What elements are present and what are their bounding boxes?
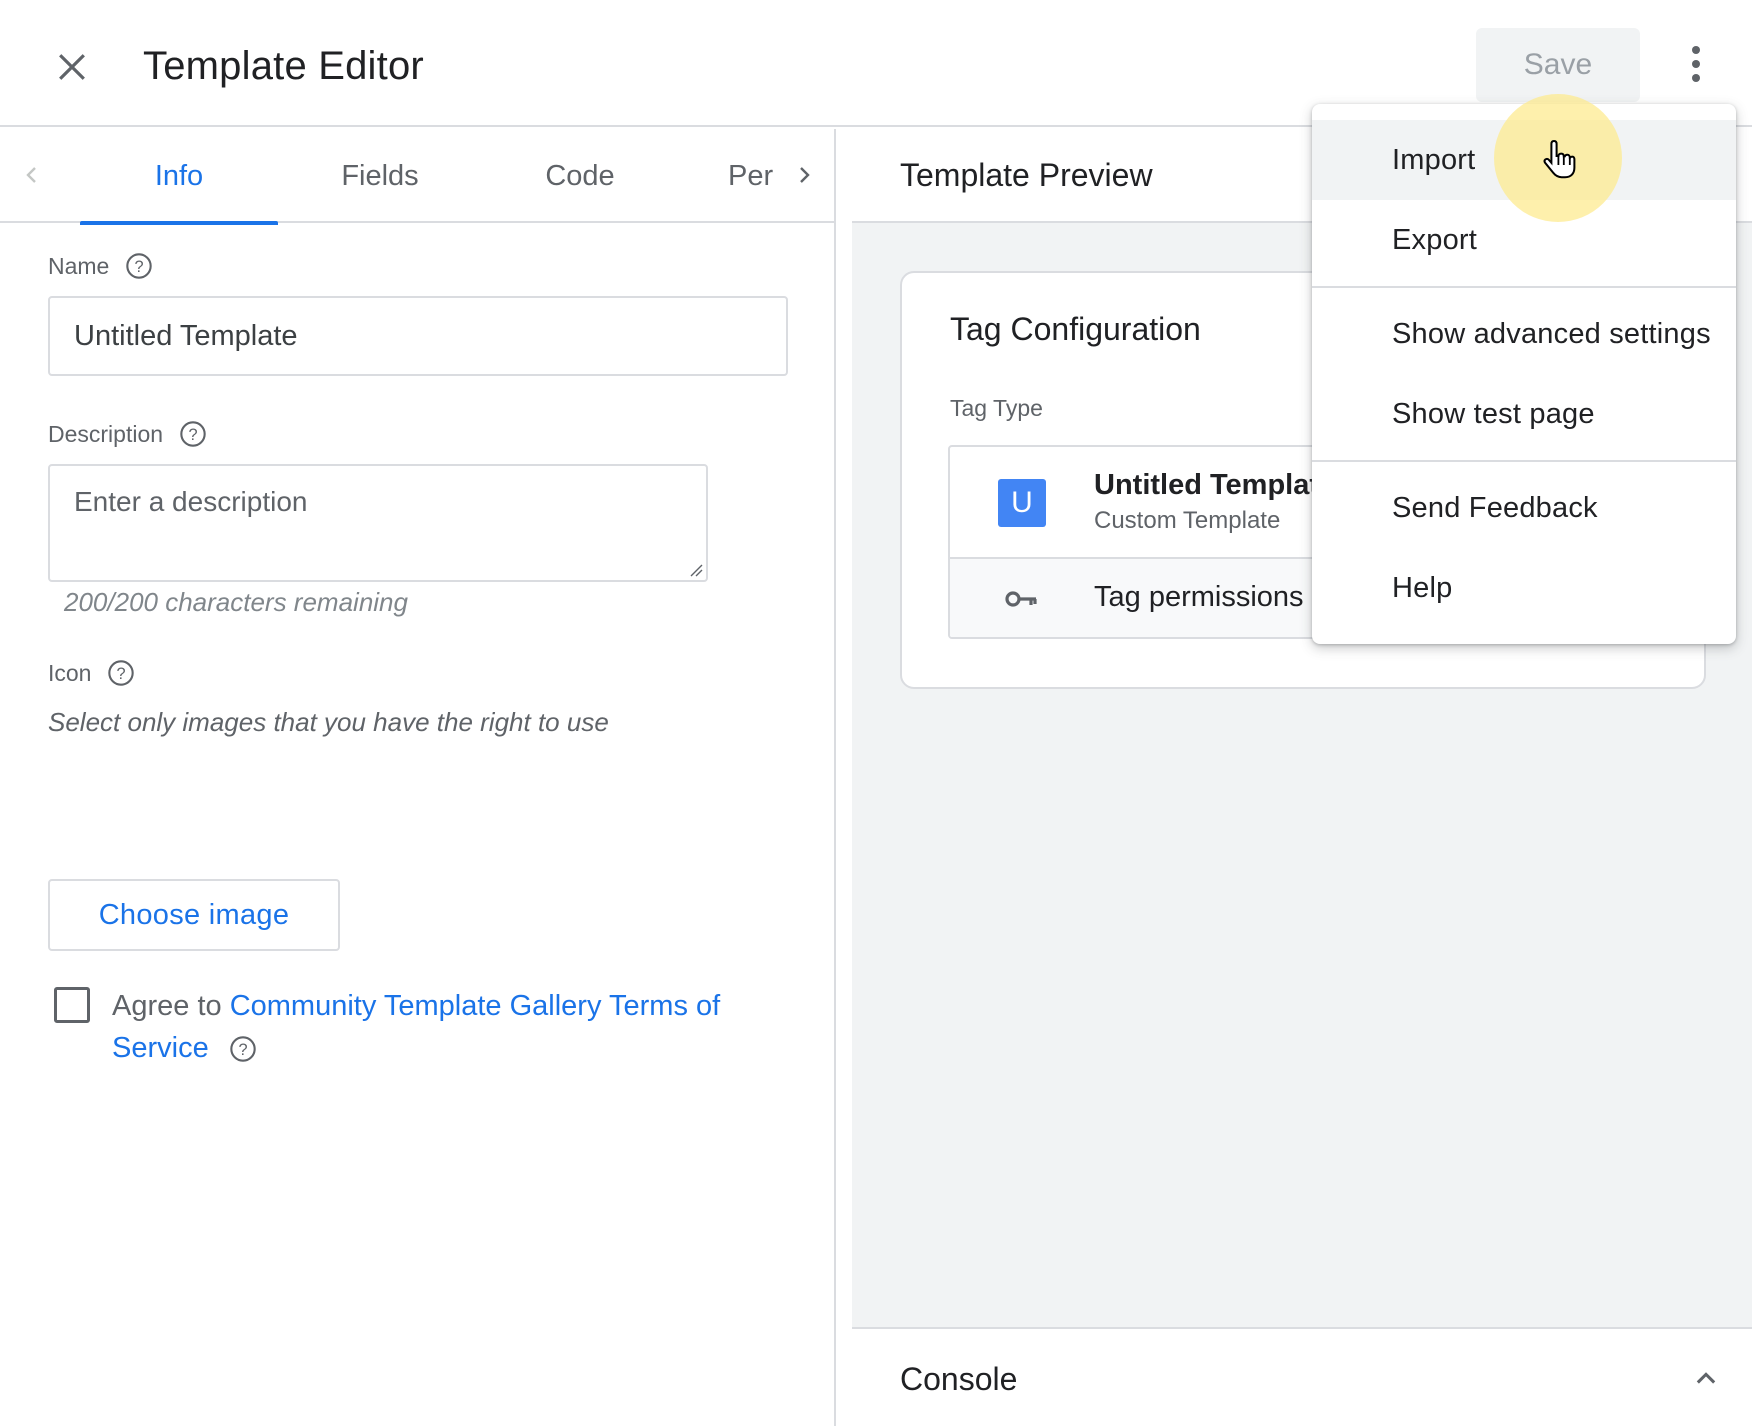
- icon-hint: Select only images that you have the rig…: [48, 707, 609, 737]
- help-icon[interactable]: ?: [229, 1035, 257, 1063]
- menu-divider: [1312, 286, 1736, 288]
- menu-divider: [1312, 460, 1736, 462]
- description-label-row: Description ?: [48, 420, 207, 448]
- save-button[interactable]: Save: [1476, 28, 1640, 102]
- terms-agreement: Agree to Community Template Gallery Term…: [112, 985, 752, 1069]
- help-icon[interactable]: ?: [125, 252, 153, 280]
- menu-item-show-test-page[interactable]: Show test page: [1312, 374, 1736, 454]
- key-icon: [1005, 591, 1037, 607]
- editor-tabs: Info Fields Code Per: [0, 129, 836, 225]
- console-toggle-button[interactable]: [1686, 1359, 1726, 1399]
- icon-label: Icon: [48, 659, 92, 686]
- tab-info[interactable]: Info: [80, 129, 278, 225]
- close-button[interactable]: [47, 42, 97, 92]
- tag-name: Untitled Template: [1094, 469, 1336, 501]
- preview-title: Template Preview: [900, 157, 1153, 193]
- more-vert-icon: [1692, 46, 1700, 54]
- chevron-right-icon: [800, 167, 810, 183]
- template-info-panel: Info Fields Code Per Name ? Untitled Tem…: [0, 129, 836, 1426]
- tab-fields[interactable]: Fields: [280, 129, 480, 223]
- description-input[interactable]: Enter a description: [48, 464, 708, 582]
- more-options-button[interactable]: [1676, 36, 1716, 92]
- description-placeholder: Enter a description: [74, 486, 308, 517]
- tag-configuration-title: Tag Configuration: [950, 311, 1201, 347]
- tabs-scroll-left-button[interactable]: [10, 153, 54, 197]
- help-icon[interactable]: ?: [179, 420, 207, 448]
- tabs-scroll-right-button[interactable]: [782, 153, 826, 197]
- description-counter: 200/200 characters remaining: [64, 587, 408, 617]
- menu-item-show-advanced-settings[interactable]: Show advanced settings: [1312, 294, 1736, 374]
- close-icon: [59, 54, 85, 80]
- tag-subtitle: Custom Template: [1094, 507, 1281, 534]
- name-input[interactable]: Untitled Template: [48, 296, 788, 376]
- menu-item-send-feedback[interactable]: Send Feedback: [1312, 468, 1736, 548]
- description-label: Description: [48, 420, 164, 447]
- svg-text:?: ?: [135, 258, 144, 276]
- resize-grip-icon[interactable]: [689, 563, 703, 577]
- choose-image-button[interactable]: Choose image: [48, 879, 340, 951]
- tag-permissions-label: Tag permissions: [1094, 581, 1304, 613]
- console-label: Console: [900, 1361, 1018, 1397]
- name-label: Name: [48, 252, 110, 279]
- svg-text:?: ?: [117, 665, 126, 683]
- svg-text:?: ?: [189, 426, 198, 444]
- chevron-up-icon: [1696, 1372, 1716, 1384]
- chevron-left-icon: [26, 167, 36, 183]
- icon-label-row: Icon ?: [48, 659, 135, 687]
- console-bar[interactable]: Console: [852, 1327, 1752, 1426]
- terms-prefix: Agree to: [112, 990, 222, 1022]
- tab-code[interactable]: Code: [480, 129, 680, 223]
- page-title: Template Editor: [143, 44, 424, 88]
- name-label-row: Name ?: [48, 252, 153, 280]
- hand-pointer-icon: [1543, 139, 1576, 179]
- help-icon[interactable]: ?: [107, 659, 135, 687]
- terms-checkbox[interactable]: [54, 987, 90, 1023]
- svg-text:?: ?: [238, 1041, 247, 1059]
- template-letter-icon: U: [998, 479, 1046, 527]
- menu-item-help[interactable]: Help: [1312, 548, 1736, 628]
- tag-type-label: Tag Type: [950, 395, 1043, 421]
